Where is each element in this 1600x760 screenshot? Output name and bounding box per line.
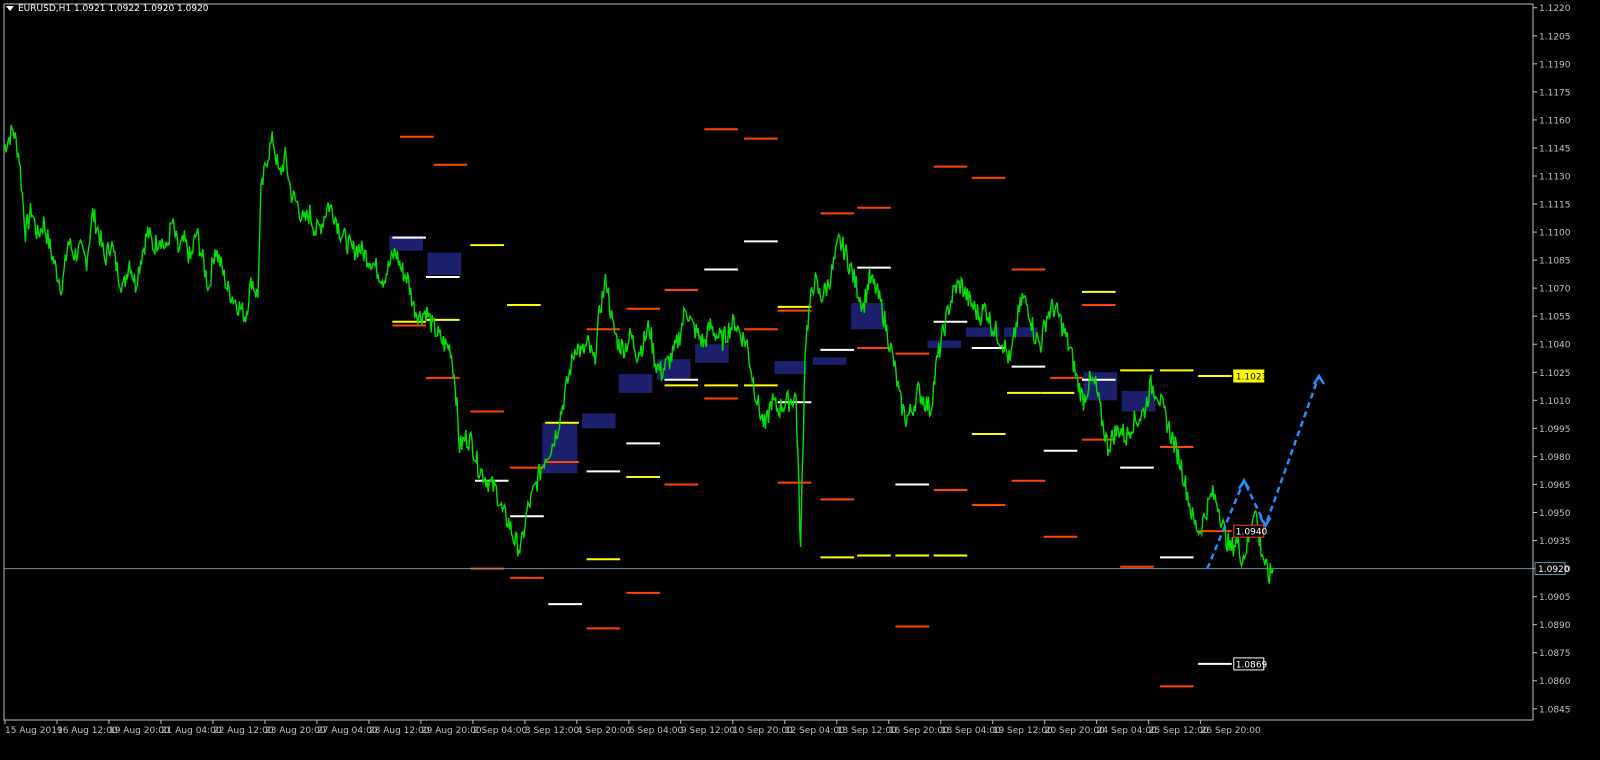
current-price-label: 1.0920 [1538,565,1570,575]
y-tick-label: 1.1190 [1539,60,1571,70]
x-tick-label: 3 Sep 12:00 [525,726,580,736]
x-tick-label: 4 Sep 20:00 [577,726,632,736]
y-tick-label: 1.1160 [1539,116,1571,126]
y-tick-label: 1.1055 [1539,313,1571,323]
zone-box [1121,390,1156,412]
zone-box [774,361,807,375]
y-tick-label: 1.0845 [1539,705,1571,715]
y-tick-label: 1.1205 [1539,32,1571,42]
y-tick-label: 1.1130 [1539,172,1571,182]
projection-arrowhead [1237,478,1251,490]
price-level-label: 1.0940 [1236,528,1268,538]
zone-box [812,357,847,365]
y-tick-label: 1.1220 [1539,4,1571,14]
x-tick-label: 26 Sep 20:00 [1201,726,1261,736]
price-chart: 1.1220 1.1205 1.1190 1.1175 1.1160 1.1145 1.11… [3,3,1571,736]
y-tick-label: 1.1025 [1539,369,1571,379]
price-series [3,124,1274,584]
zone-box [695,344,729,363]
zone-box [542,422,578,474]
projection-path [1206,375,1321,570]
plot-frame [3,3,1534,721]
y-tick-label: 1.1070 [1539,285,1571,295]
chart-area[interactable]: 1.1220 1.1205 1.1190 1.1175 1.1160 1.1145 1.11… [0,0,1600,756]
zone-box [427,252,462,276]
y-tick-label: 1.0950 [1539,509,1571,519]
y-tick-label: 1.0890 [1539,621,1571,631]
y-tick-label: 1.1175 [1539,88,1571,98]
y-tick-label: 1.1145 [1539,144,1571,154]
y-tick-label: 1.0875 [1539,649,1571,659]
zone-box [851,303,885,330]
symbol-title[interactable]: EURUSD,H1 1.0921 1.0922 1.0920 1.0920 [6,4,209,14]
x-tick-label: 9 Sep 12:00 [681,726,736,736]
x-tick-label: 6 Sep 04:00 [629,726,684,736]
projection-arrowhead [1312,373,1325,385]
projection-arrowhead [1259,516,1272,528]
y-tick-label: 1.1010 [1539,397,1571,407]
y-tick-label: 1.1100 [1539,229,1571,239]
price-level-label: 1.0869 [1236,660,1268,670]
zone-box [618,374,653,393]
y-tick-label: 1.1040 [1539,341,1571,351]
y-tick-label: 1.0980 [1539,453,1571,463]
y-tick-label: 1.0935 [1539,537,1571,547]
y-tick-label: 1.1115 [1539,201,1571,211]
y-tick-label: 1.1085 [1539,257,1571,267]
x-tick-label: 2 Sep 04:00 [473,726,528,736]
y-tick-label: 1.0965 [1539,481,1571,491]
y-tick-label: 1.0905 [1539,593,1571,603]
symbol-quote: EURUSD,H1 1.0921 1.0922 1.0920 1.0920 [18,4,209,14]
zone-box [581,413,616,429]
price-level-label: 1.1023 [1236,373,1268,383]
x-tick-label: 15 Aug 2019 [5,726,63,736]
y-tick-label: 1.0995 [1539,425,1571,435]
y-tick-label: 1.0860 [1539,677,1571,687]
zone-box [927,340,962,348]
dropdown-triangle-icon[interactable] [6,6,14,11]
